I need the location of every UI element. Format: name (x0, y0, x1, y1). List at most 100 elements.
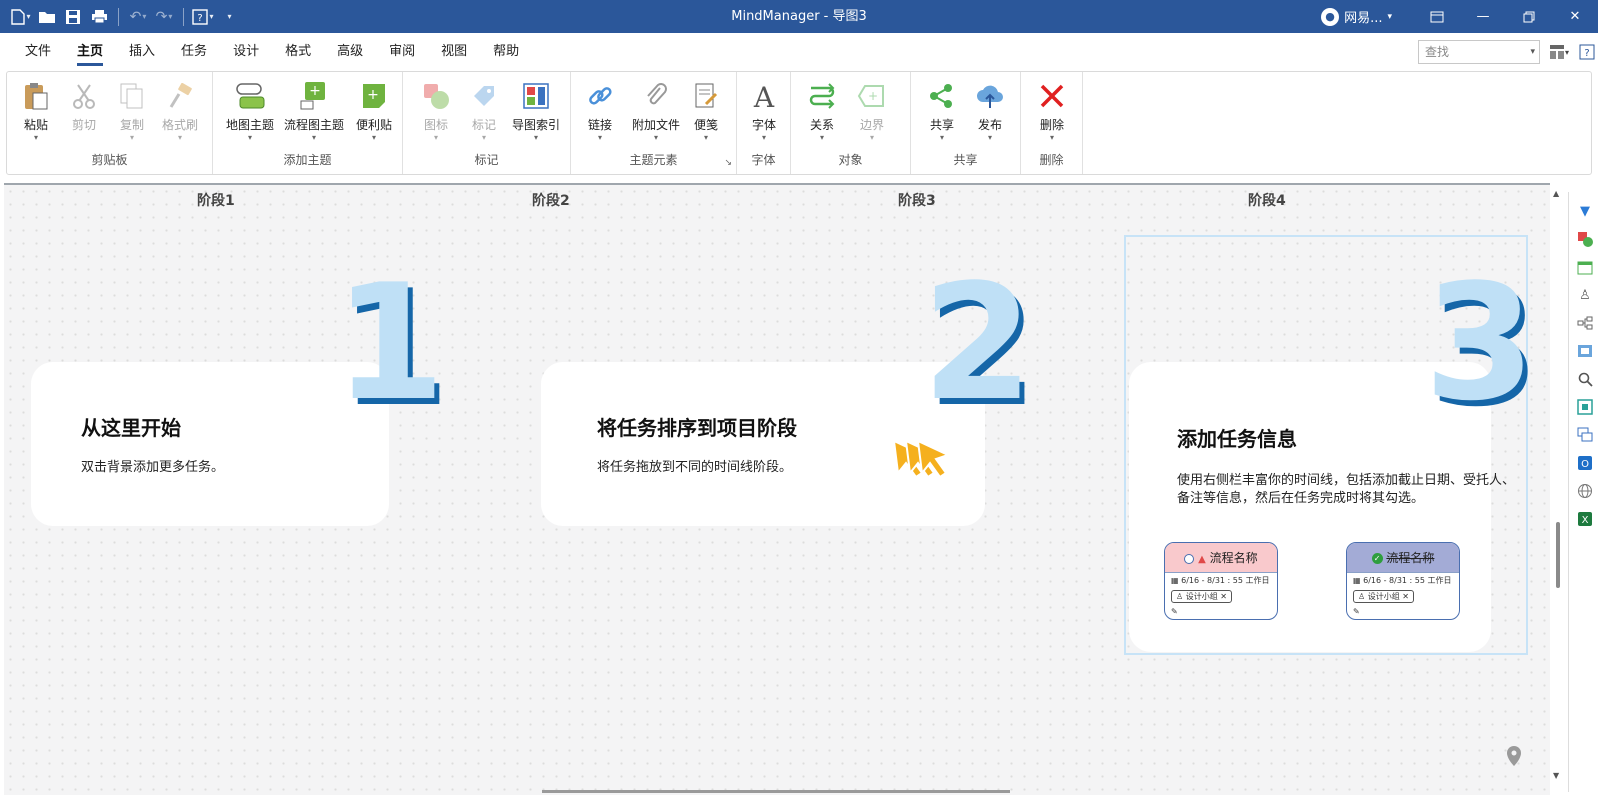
chevron-down-icon[interactable]: ▾ (1530, 41, 1535, 63)
map-canvas[interactable]: 阶段1 阶段2 阶段3 阶段4 从这里开始 双击背景添加更多任务。 1 将任务排… (4, 183, 1550, 795)
font-icon: A (748, 80, 780, 112)
tag-button[interactable]: 标记 ▾ (459, 78, 509, 144)
horizontal-scrollbar-thumb[interactable] (542, 790, 1010, 793)
account-name: 网易... (1344, 11, 1383, 26)
tab-task[interactable]: 任务 (168, 33, 220, 70)
group-label: 剪贴板 (91, 153, 128, 167)
copy-button[interactable]: 复制 ▾ (107, 78, 157, 144)
ribbon: 粘贴 ▾ 剪切 复制 ▾ 格式刷 ▾ 剪贴板 地图主题 ▾ + 流程图主题 ▾ … (6, 71, 1592, 175)
share-button[interactable]: 共享 ▾ (917, 78, 967, 144)
excel-icon[interactable]: X (1576, 510, 1594, 528)
scroll-down-icon[interactable]: ▼ (1553, 771, 1559, 780)
globe-icon[interactable] (1576, 482, 1594, 500)
topic-name: 流程名称 (1386, 551, 1435, 565)
attach-file-button[interactable]: 附加文件 ▾ (627, 78, 685, 144)
tab-review[interactable]: 审阅 (376, 33, 428, 70)
topic-elements-group: 链接 ▾ 附加文件 ▾ 便笺 ▾ ↘ 主题元素 (571, 72, 737, 174)
customize-toolbar-icon[interactable]: ▾ (218, 5, 240, 29)
layout-picker-icon[interactable]: ▾ (1544, 40, 1574, 64)
account-button[interactable]: ● 网易... ▾ (1321, 7, 1392, 26)
tab-advanced[interactable]: 高级 (324, 33, 376, 70)
link-button[interactable]: 链接 ▾ (575, 78, 625, 144)
publish-button[interactable]: 发布 ▾ (965, 78, 1015, 144)
phase-label[interactable]: 阶段3 (898, 190, 936, 210)
paste-button[interactable]: 粘贴 ▾ (11, 78, 61, 144)
card-text: 双击背景添加更多任务。 (81, 460, 225, 475)
new-file-icon[interactable]: ▾ (10, 5, 32, 29)
map-topic-button[interactable]: 地图主题 ▾ (221, 78, 279, 144)
ribbon-display-icon[interactable] (1414, 0, 1460, 33)
group-label: 对象 (838, 153, 863, 167)
phase-label[interactable]: 阶段1 (197, 190, 235, 210)
outlook-icon[interactable]: O (1576, 454, 1594, 472)
icon-button[interactable]: 图标 ▾ (411, 78, 461, 144)
calendar-icon[interactable] (1576, 258, 1594, 276)
phase-label[interactable]: 阶段2 (532, 190, 570, 210)
scroll-up-icon[interactable]: ▲ (1553, 189, 1559, 198)
undo-icon[interactable]: ↶ ▾ (127, 5, 149, 29)
group-label: 共享 (953, 153, 978, 167)
paste-icon (20, 80, 52, 112)
search-icon[interactable] (1576, 370, 1594, 388)
format-painter-button[interactable]: 格式刷 ▾ (155, 78, 205, 144)
print-icon[interactable] (88, 5, 110, 29)
copy-icon (116, 80, 148, 112)
phase-label[interactable]: 阶段4 (1248, 190, 1286, 210)
font-button[interactable]: A 字体 ▾ (739, 78, 789, 144)
boundary-icon: + (856, 80, 888, 112)
notes-icon: ✎ (1353, 607, 1360, 616)
vertical-scrollbar[interactable]: ▲ ▼ (1551, 183, 1565, 795)
map-parts-icon[interactable] (1576, 314, 1594, 332)
assignee-chip[interactable]: ♙ 设计小组 ✕ (1171, 590, 1232, 603)
card-title: 将任务排序到项目阶段 (597, 416, 797, 440)
filter-icon[interactable]: ▼ (1576, 202, 1594, 220)
checkmark-icon: ✓ (1371, 553, 1383, 564)
paperclip-icon (640, 80, 672, 112)
tab-file[interactable]: 文件 (12, 33, 64, 70)
separator (118, 7, 119, 26)
font-group: A 字体 ▾ 字体 (737, 72, 791, 174)
notes-icon (690, 80, 722, 112)
tab-view[interactable]: 视图 (428, 33, 480, 70)
svg-text:+: + (367, 87, 379, 103)
flow-topic-button[interactable]: + 流程图主题 ▾ (283, 78, 345, 144)
library-icon[interactable] (1576, 342, 1594, 360)
redo-icon[interactable]: ↷ ▾ (153, 5, 175, 29)
sticky-note-icon: + (358, 80, 390, 112)
topic-header: ▲ 流程名称 (1165, 543, 1277, 573)
objects-group: 关系 ▾ + 边界 ▾ 对象 (791, 72, 911, 174)
notes-icon: ✎ (1171, 607, 1178, 616)
example-task-topic[interactable]: ▲ 流程名称 ▦ 6/16 - 8/31 : 55 工作日 ♙ 设计小组 ✕ ✎ (1164, 542, 1278, 620)
help-icon[interactable]: ? (1578, 40, 1596, 64)
map-index-button[interactable]: 导图索引 ▾ (507, 78, 565, 144)
delete-button[interactable]: 删除 ▾ (1027, 78, 1077, 144)
map-index-icon (520, 80, 552, 112)
overview-icon[interactable] (1576, 398, 1594, 416)
location-pin-icon[interactable] (1504, 745, 1524, 769)
boundary-button[interactable]: + 边界 ▾ (847, 78, 897, 144)
help-icon[interactable]: ? ▾ (192, 5, 214, 29)
person-icon[interactable]: ♙ (1576, 286, 1594, 304)
notes-button[interactable]: 便笺 ▾ (681, 78, 731, 144)
assignee-chip[interactable]: ♙ 设计小组 ✕ (1353, 590, 1414, 603)
marker-panel-icon[interactable] (1576, 230, 1594, 248)
tab-format[interactable]: 格式 (272, 33, 324, 70)
windows-icon[interactable] (1576, 426, 1594, 444)
tab-home[interactable]: 主页 (64, 33, 116, 70)
example-task-topic[interactable]: ✓ 流程名称 ▦ 6/16 - 8/31 : 55 工作日 ♙ 设计小组 ✕ ✎ (1346, 542, 1460, 620)
open-folder-icon[interactable] (36, 5, 58, 29)
sticky-note-button[interactable]: + 便利贴 ▾ (349, 78, 399, 144)
close-button[interactable]: ✕ (1552, 0, 1598, 33)
minimize-button[interactable]: — (1460, 0, 1506, 33)
save-icon[interactable] (62, 5, 84, 29)
card-title: 从这里开始 (81, 416, 181, 440)
search-input[interactable]: 查找 ▾ (1418, 40, 1540, 64)
task-date: 6/16 - 8/31 : 55 工作日 (1181, 576, 1270, 585)
restore-button[interactable] (1506, 0, 1552, 33)
cut-button[interactable]: 剪切 (59, 78, 109, 144)
relationship-button[interactable]: 关系 ▾ (797, 78, 847, 144)
tab-help[interactable]: 帮助 (480, 33, 532, 70)
tab-design[interactable]: 设计 (220, 33, 272, 70)
scrollbar-thumb[interactable] (1556, 522, 1560, 588)
tab-insert[interactable]: 插入 (116, 33, 168, 70)
